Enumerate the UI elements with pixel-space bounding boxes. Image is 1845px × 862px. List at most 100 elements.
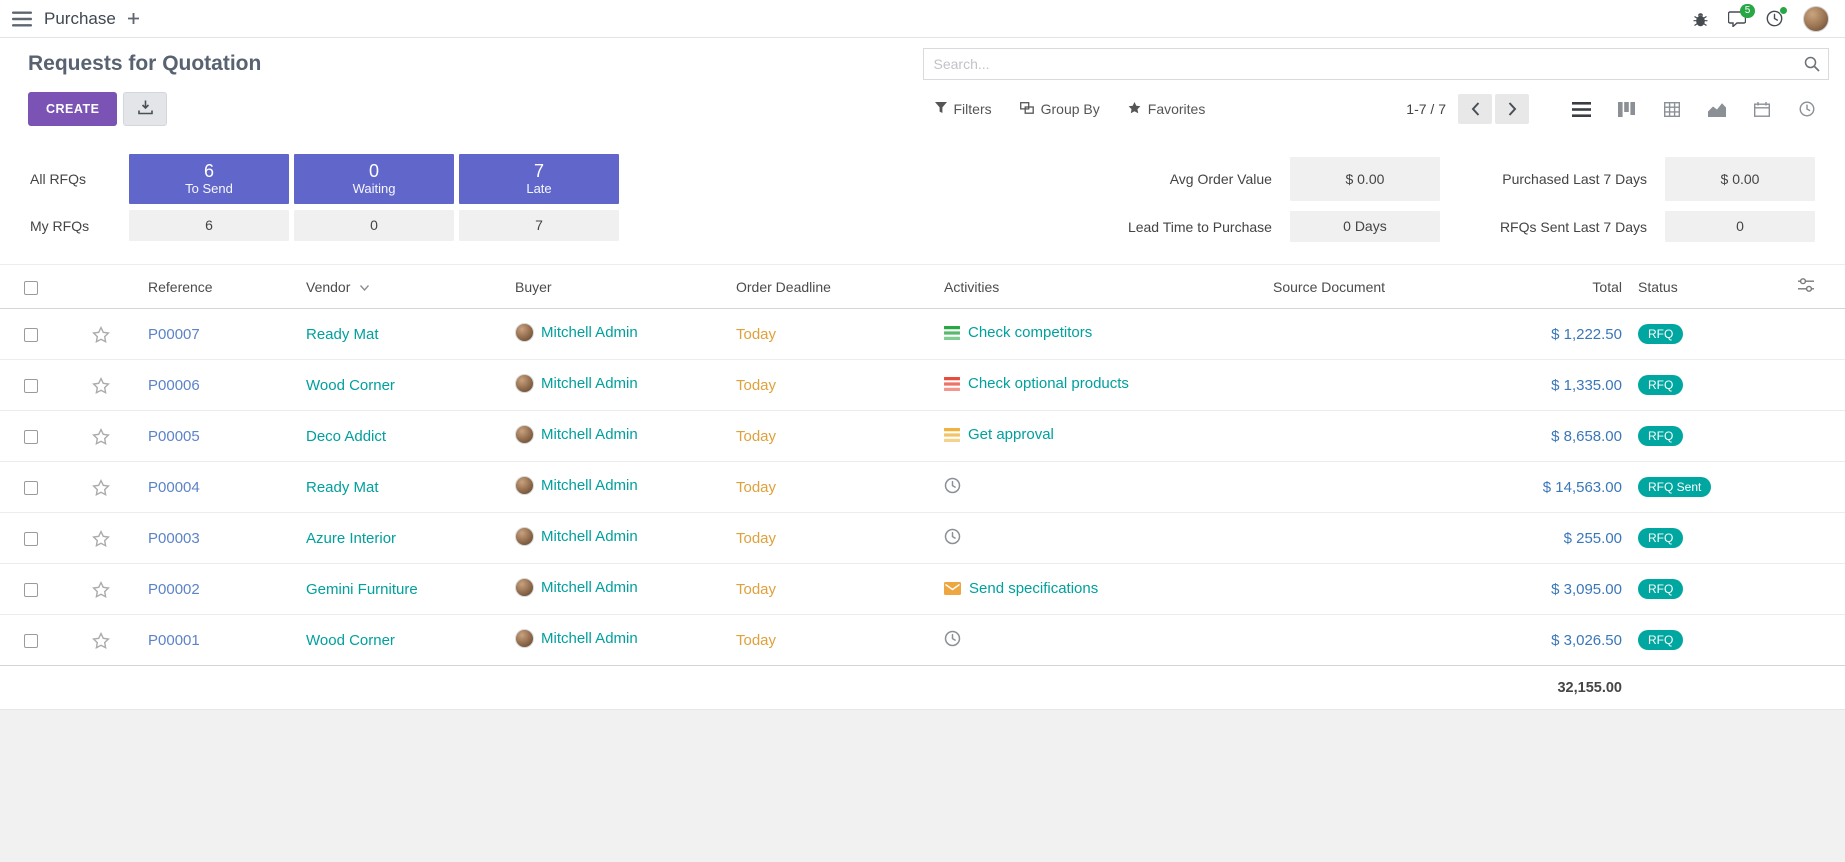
row-end-spacer [1790, 309, 1845, 360]
reference-link[interactable]: P00007 [148, 326, 200, 343]
row-checkbox[interactable] [24, 481, 38, 495]
user-avatar[interactable] [1803, 6, 1829, 32]
activity-list-icon[interactable] [944, 428, 960, 442]
header-total[interactable]: Total [1440, 265, 1630, 309]
kanban-view-icon[interactable] [1604, 94, 1649, 124]
favorite-star-icon[interactable] [92, 428, 110, 445]
buyer-link[interactable]: Mitchell Admin [541, 426, 638, 443]
row-checkbox[interactable] [24, 430, 38, 444]
export-button[interactable] [123, 92, 167, 126]
page-title: Requests for Quotation [16, 52, 923, 76]
status-badge: RFQ [1638, 579, 1683, 599]
pager-next-button[interactable] [1495, 94, 1529, 124]
table-row[interactable]: P00007Ready MatMitchell AdminTodayCheck … [0, 309, 1845, 360]
activity-view-icon[interactable] [1784, 94, 1829, 124]
my-stage-waiting[interactable]: 0 [294, 210, 454, 241]
debug-icon[interactable] [1693, 11, 1708, 27]
activity-list-icon[interactable] [944, 326, 960, 340]
activity-mail-icon[interactable] [944, 582, 961, 595]
my-stage-late[interactable]: 7 [459, 210, 619, 241]
header-status[interactable]: Status [1630, 265, 1790, 309]
stage-box-late[interactable]: 7 Late [459, 154, 619, 204]
stage-box-waiting[interactable]: 0 Waiting [294, 154, 454, 204]
apps-menu-icon[interactable] [12, 11, 32, 27]
table-row[interactable]: P00004Ready MatMitchell AdminToday$ 14,5… [0, 462, 1845, 513]
buyer-link[interactable]: Mitchell Admin [541, 477, 638, 494]
create-button[interactable]: CREATE [28, 92, 117, 126]
stage-box-to-send[interactable]: 6 To Send [129, 154, 289, 204]
favorite-star-icon[interactable] [92, 581, 110, 598]
list-view-icon[interactable] [1559, 94, 1604, 124]
favorite-star-icon[interactable] [92, 377, 110, 394]
vendor-link[interactable]: Wood Corner [306, 377, 395, 394]
vendor-link[interactable]: Wood Corner [306, 632, 395, 649]
table-row[interactable]: P00005Deco AddictMitchell AdminTodayGet … [0, 411, 1845, 462]
rfq-stage-grid: All RFQs 6 To Send 0 Waiting 7 Late My R… [30, 154, 619, 241]
select-all-checkbox[interactable] [24, 281, 38, 295]
my-stage-to-send[interactable]: 6 [129, 210, 289, 241]
footer-total-amount: 32,155.00 [1557, 680, 1622, 696]
vendor-link[interactable]: Ready Mat [306, 326, 379, 343]
vendor-link[interactable]: Azure Interior [306, 530, 396, 547]
optional-columns-icon[interactable] [1798, 278, 1814, 292]
buyer-link[interactable]: Mitchell Admin [541, 528, 638, 545]
row-checkbox[interactable] [24, 328, 38, 342]
header-vendor[interactable]: Vendor [298, 265, 507, 309]
row-checkbox[interactable] [24, 532, 38, 546]
row-checkbox[interactable] [24, 379, 38, 393]
activity-summary-link[interactable]: Check competitors [968, 324, 1092, 341]
pager-range[interactable]: 1-7 / 7 [1406, 101, 1446, 117]
table-row[interactable]: P00001Wood CornerMitchell AdminToday$ 3,… [0, 615, 1845, 666]
reference-link[interactable]: P00005 [148, 428, 200, 445]
reference-link[interactable]: P00003 [148, 530, 200, 547]
favorites-button[interactable]: Favorites [1128, 101, 1206, 117]
reference-link[interactable]: P00001 [148, 632, 200, 649]
activity-list-icon[interactable] [944, 377, 960, 391]
row-checkbox[interactable] [24, 634, 38, 648]
header-buyer[interactable]: Buyer [507, 265, 728, 309]
messages-icon[interactable]: 5 [1728, 11, 1746, 27]
activity-summary-link[interactable]: Get approval [968, 426, 1054, 443]
table-row[interactable]: P00006Wood CornerMitchell AdminTodayChec… [0, 360, 1845, 411]
favorite-star-icon[interactable] [92, 326, 110, 343]
activity-summary-link[interactable]: Check optional products [968, 375, 1129, 392]
filters-button[interactable]: Filters [935, 101, 992, 117]
table-row[interactable]: P00002Gemini FurnitureMitchell AdminToda… [0, 564, 1845, 615]
source-document-cell [1265, 513, 1440, 564]
search-input[interactable] [923, 48, 1830, 80]
header-activities[interactable]: Activities [936, 265, 1265, 309]
favorite-star-icon[interactable] [92, 479, 110, 496]
buyer-link[interactable]: Mitchell Admin [541, 375, 638, 392]
pager-previous-button[interactable] [1458, 94, 1492, 124]
favorite-star-icon[interactable] [92, 632, 110, 649]
vendor-link[interactable]: Ready Mat [306, 479, 379, 496]
header-order-deadline[interactable]: Order Deadline [728, 265, 936, 309]
pivot-view-icon[interactable] [1649, 94, 1694, 124]
activities-icon[interactable] [1766, 10, 1783, 27]
calendar-view-icon[interactable] [1739, 94, 1784, 124]
buyer-link[interactable]: Mitchell Admin [541, 630, 638, 647]
header-reference[interactable]: Reference [140, 265, 298, 309]
group-by-button[interactable]: Group By [1020, 101, 1100, 117]
activity-clock-icon[interactable] [944, 630, 961, 647]
app-name[interactable]: Purchase [44, 9, 116, 29]
table-row[interactable]: P00003Azure InteriorMitchell AdminToday$… [0, 513, 1845, 564]
activity-clock-icon[interactable] [944, 477, 961, 494]
vendor-link[interactable]: Deco Addict [306, 428, 386, 445]
activity-summary-link[interactable]: Send specifications [969, 580, 1098, 597]
vendor-link[interactable]: Gemini Furniture [306, 581, 418, 598]
buyer-link[interactable]: Mitchell Admin [541, 324, 638, 341]
header-source-document[interactable]: Source Document [1265, 265, 1440, 309]
activity-clock-icon[interactable] [944, 528, 961, 545]
reference-link[interactable]: P00006 [148, 377, 200, 394]
kpi-label-rfqs-sent-last-7-days: RFQs Sent Last 7 Days [1500, 219, 1647, 235]
buyer-link[interactable]: Mitchell Admin [541, 579, 638, 596]
search-icon[interactable] [1804, 56, 1820, 77]
graph-view-icon[interactable] [1694, 94, 1739, 124]
source-document-cell [1265, 462, 1440, 513]
favorite-star-icon[interactable] [92, 530, 110, 547]
reference-link[interactable]: P00004 [148, 479, 200, 496]
plus-tab-icon[interactable] [128, 13, 139, 24]
row-checkbox[interactable] [24, 583, 38, 597]
reference-link[interactable]: P00002 [148, 581, 200, 598]
